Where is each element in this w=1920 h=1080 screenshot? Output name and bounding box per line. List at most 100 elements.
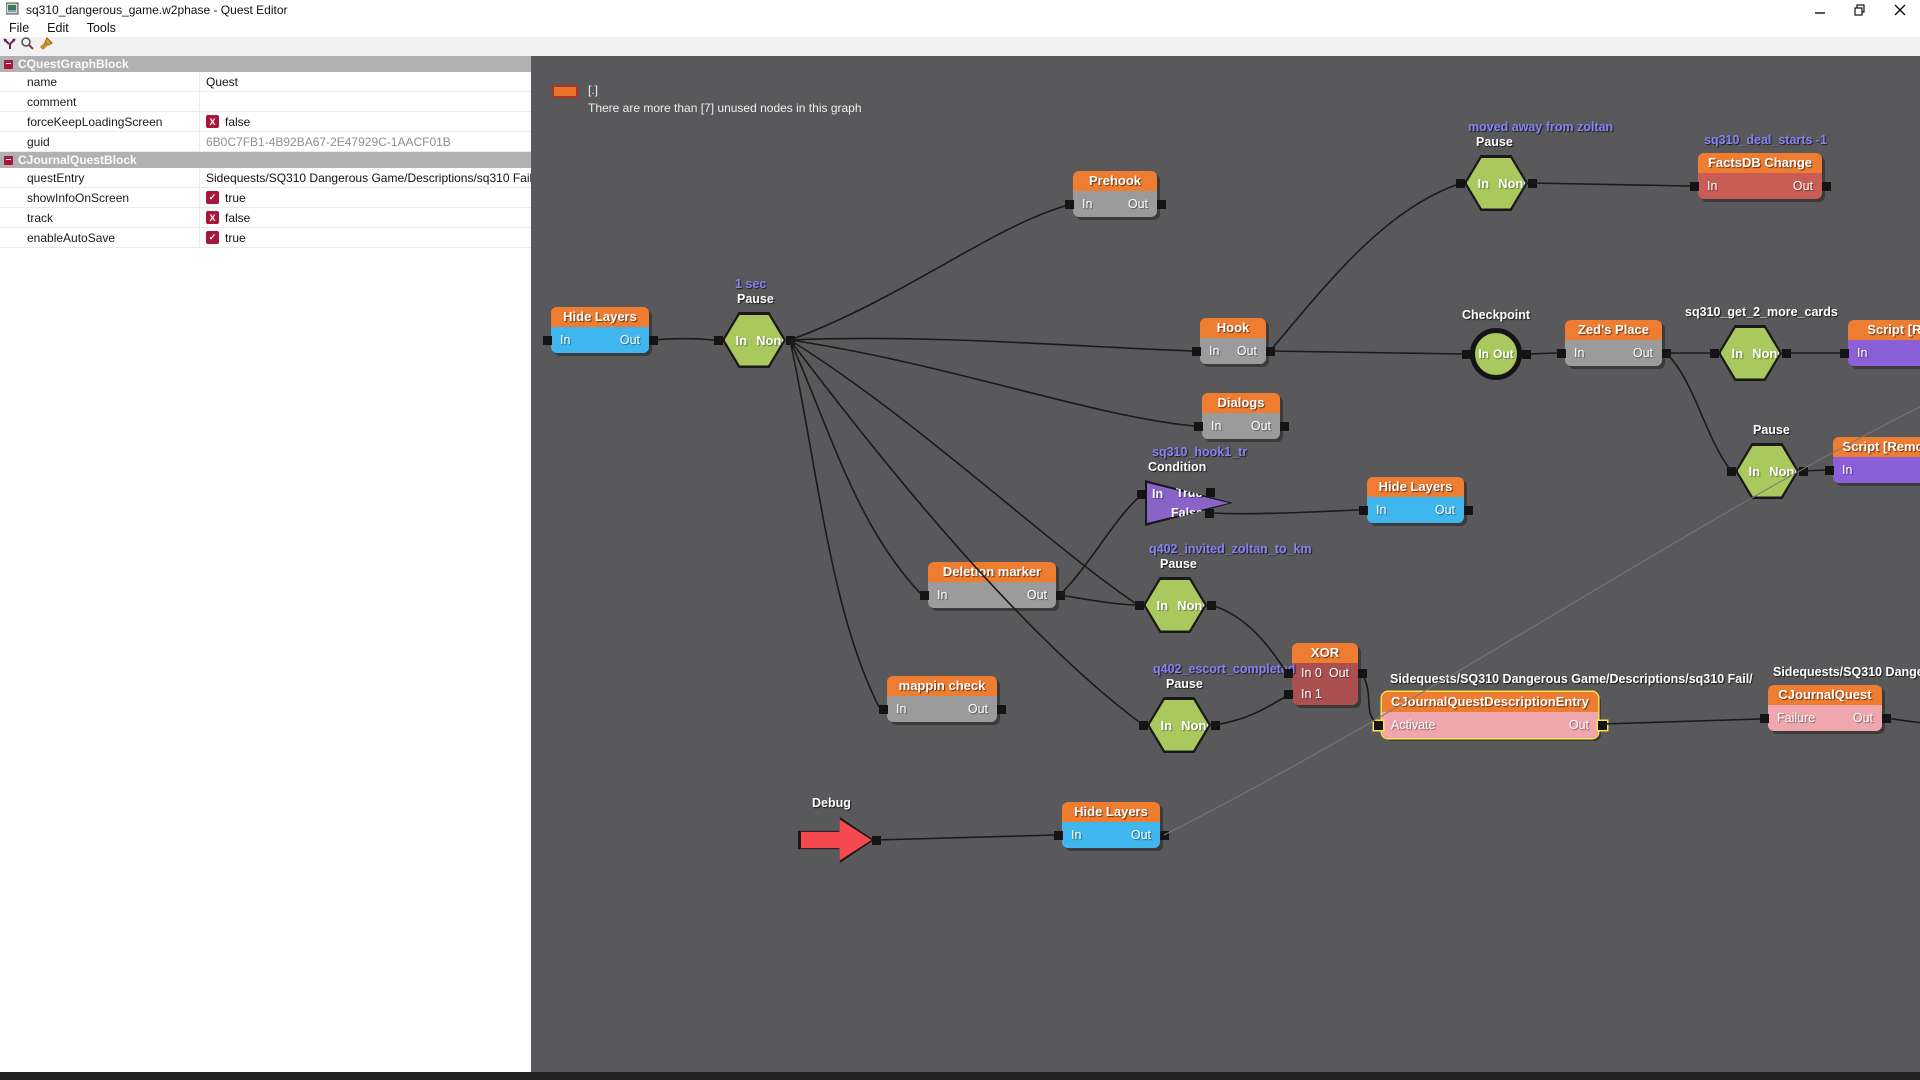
- property-row-guid[interactable]: guid6B0C7FB1-4B92BA67-2E47929C-1AACF01B: [0, 132, 531, 152]
- connection-port[interactable]: [1522, 350, 1531, 359]
- graph-node-xor[interactable]: XORIn 0OutIn 1: [1292, 643, 1358, 705]
- fit-view-icon[interactable]: [2, 36, 18, 57]
- property-value[interactable]: [200, 92, 531, 111]
- connection-port[interactable]: [1280, 422, 1289, 431]
- connection-port[interactable]: [1284, 690, 1293, 699]
- connection-port[interactable]: [1194, 422, 1203, 431]
- graph-node-debug-start[interactable]: [798, 816, 874, 864]
- checked-icon[interactable]: ✓: [206, 231, 219, 244]
- graph-node-factsdb-change[interactable]: FactsDB ChangeInOut: [1698, 153, 1822, 199]
- connection-port[interactable]: [1135, 601, 1144, 610]
- connection-port[interactable]: [543, 336, 552, 345]
- connection-port[interactable]: [649, 336, 658, 345]
- connection-port[interactable]: [1727, 467, 1736, 476]
- close-button[interactable]: [1880, 0, 1920, 20]
- graph-node-condition[interactable]: InTrueFalse: [1145, 480, 1233, 526]
- property-value[interactable]: Xfalse: [200, 112, 531, 131]
- graph-node-hex-get-cards[interactable]: InNone: [1718, 325, 1782, 381]
- graph-node-pause-moved[interactable]: InNone: [1464, 155, 1528, 211]
- property-section-cjournalquestblock[interactable]: –CJournalQuestBlock: [0, 152, 531, 168]
- graph-node-zeds-place[interactable]: Zed's PlaceInOut: [1565, 320, 1662, 366]
- connection-port[interactable]: [1211, 721, 1220, 730]
- connection-port[interactable]: [872, 836, 881, 845]
- connection-port[interactable]: [1192, 347, 1201, 356]
- connection-port[interactable]: [1065, 200, 1074, 209]
- connection-port[interactable]: [1760, 714, 1769, 723]
- connection-port[interactable]: [1374, 721, 1383, 730]
- property-value[interactable]: 6B0C7FB1-4B92BA67-2E47929C-1AACF01B: [200, 132, 531, 151]
- connection-port[interactable]: [879, 705, 888, 714]
- connection-port[interactable]: [1822, 182, 1831, 191]
- property-row-forceKeepLoadingScreen[interactable]: forceKeepLoadingScreenXfalse: [0, 112, 531, 132]
- graph-node-checkpoint[interactable]: InOut: [1470, 328, 1522, 380]
- connection-port[interactable]: [714, 336, 723, 345]
- connection-port[interactable]: [1359, 506, 1368, 515]
- connection-port[interactable]: [997, 705, 1006, 714]
- zoom-icon[interactable]: [20, 36, 36, 57]
- connection-port[interactable]: [1207, 601, 1216, 610]
- connection-port[interactable]: [1782, 349, 1791, 358]
- unused-node-marker[interactable]: [552, 85, 578, 98]
- connection-port[interactable]: [1206, 488, 1215, 497]
- connection-port[interactable]: [1557, 349, 1566, 358]
- cleanup-brush-icon[interactable]: [38, 36, 54, 57]
- connection-port[interactable]: [1799, 467, 1808, 476]
- checked-icon[interactable]: ✓: [206, 191, 219, 204]
- graph-node-hook[interactable]: HookInOut: [1200, 318, 1266, 364]
- property-row-comment[interactable]: comment: [0, 92, 531, 112]
- connection-port[interactable]: [1825, 466, 1834, 475]
- property-row-name[interactable]: nameQuest: [0, 72, 531, 92]
- property-row-enableAutoSave[interactable]: enableAutoSave✓true: [0, 228, 531, 248]
- menu-item-edit[interactable]: Edit: [38, 20, 78, 37]
- connection-port[interactable]: [1710, 349, 1719, 358]
- connection-port[interactable]: [1054, 831, 1063, 840]
- connection-port[interactable]: [1840, 349, 1849, 358]
- graph-node-hide-layers-1[interactable]: Hide LayersInOut: [551, 307, 649, 353]
- collapse-icon[interactable]: –: [4, 60, 13, 69]
- graph-node-journal-desc-entry[interactable]: CJournalQuestDescriptionEntryActivateOut: [1382, 692, 1598, 738]
- connection-port[interactable]: [1690, 182, 1699, 191]
- connection-port[interactable]: [1056, 591, 1065, 600]
- connection-port[interactable]: [1205, 509, 1214, 518]
- graph-node-hide-layers-2[interactable]: Hide LayersInOut: [1367, 477, 1464, 523]
- minimize-button[interactable]: [1800, 0, 1840, 20]
- cross-icon[interactable]: X: [206, 211, 219, 224]
- menu-item-tools[interactable]: Tools: [78, 20, 125, 37]
- graph-node-pause-1sec[interactable]: InNone: [722, 312, 786, 368]
- connection-port[interactable]: [1662, 349, 1671, 358]
- cross-icon[interactable]: X: [206, 115, 219, 128]
- property-row-track[interactable]: trackXfalse: [0, 208, 531, 228]
- graph-node-prehook[interactable]: PrehookInOut: [1073, 171, 1157, 217]
- horizontal-scrollbar[interactable]: [0, 1072, 1920, 1080]
- graph-node-dialogs[interactable]: DialogsInOut: [1202, 393, 1280, 439]
- connection-port[interactable]: [1160, 831, 1169, 840]
- property-section-cquestgraphblock[interactable]: –CQuestGraphBlock: [0, 56, 531, 72]
- graph-node-pause-escort[interactable]: InNone: [1147, 697, 1211, 753]
- connection-port[interactable]: [1358, 669, 1367, 678]
- property-value[interactable]: ✓true: [200, 228, 531, 247]
- graph-node-script-bottom[interactable]: Script [RemoIn: [1833, 437, 1920, 483]
- connection-port[interactable]: [920, 591, 929, 600]
- graph-node-script-top[interactable]: Script [ReIn: [1848, 320, 1920, 366]
- graph-node-pause-right[interactable]: InNone: [1735, 443, 1799, 499]
- connection-port[interactable]: [1598, 721, 1607, 730]
- connection-port[interactable]: [1266, 347, 1275, 356]
- property-value[interactable]: Quest: [200, 72, 531, 91]
- graph-node-hide-layers-3[interactable]: Hide LayersInOut: [1062, 802, 1160, 848]
- connection-port[interactable]: [786, 336, 795, 345]
- connection-port[interactable]: [1137, 490, 1146, 499]
- connection-port[interactable]: [1284, 669, 1293, 678]
- graph-node-mappin-check[interactable]: mappin checkInOut: [887, 676, 997, 722]
- property-value[interactable]: Sidequests/SQ310 Dangerous Game/Descript…: [200, 168, 531, 187]
- restore-button[interactable]: [1840, 0, 1880, 20]
- graph-node-pause-invited[interactable]: InNone: [1143, 577, 1207, 633]
- property-row-showInfoOnScreen[interactable]: showInfoOnScreen✓true: [0, 188, 531, 208]
- graph-node-deletion-marker[interactable]: Deletion markerInOut: [928, 562, 1056, 608]
- property-value[interactable]: Xfalse: [200, 208, 531, 227]
- connection-port[interactable]: [1456, 179, 1465, 188]
- graph-canvas[interactable]: [.] There are more than [7] unused nodes…: [531, 56, 1920, 1072]
- connection-port[interactable]: [1882, 714, 1891, 723]
- property-row-questEntry[interactable]: questEntrySidequests/SQ310 Dangerous Gam…: [0, 168, 531, 188]
- menu-item-file[interactable]: File: [0, 20, 38, 37]
- connection-port[interactable]: [1139, 721, 1148, 730]
